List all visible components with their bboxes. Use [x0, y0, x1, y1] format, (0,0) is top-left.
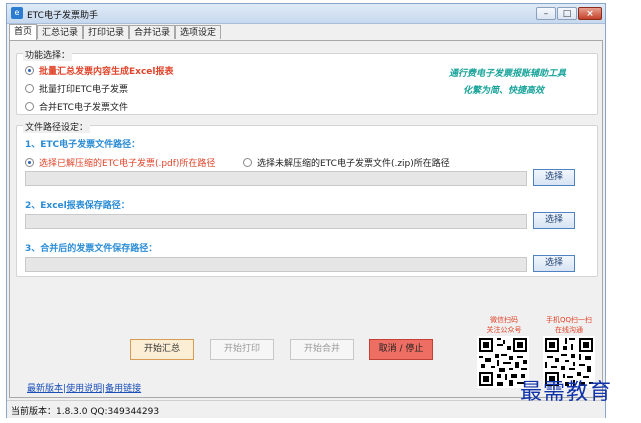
pdf-path-title: 1、ETC电子发票文件路径： [25, 140, 141, 150]
start-merge-button[interactable]: 开始合并 [290, 339, 354, 360]
merge-path-title: 3、合并后的发票文件保存路径： [25, 244, 158, 254]
radio-pdf-source[interactable] [25, 158, 34, 167]
excel-path-input[interactable] [25, 214, 527, 229]
slogan-line-1: 通行费电子发票报账辅助工具 [449, 69, 567, 79]
merge-path-select-button[interactable]: 选择 [533, 255, 575, 272]
qq-qr-label: 手机QQ扫一扫 在线沟通 [537, 315, 601, 335]
qq-qr-label-line2: 在线沟通 [555, 326, 583, 334]
path-group-title: 文件路径设定： [23, 120, 91, 133]
option-zip-source[interactable]: 选择未解压缩的ETC电子发票文件(.zip)所在路径 [243, 156, 450, 169]
option-merge-files[interactable]: 合并ETC电子发票文件 [25, 100, 128, 113]
option-batch-print-label: 批量打印ETC电子发票 [39, 85, 128, 95]
function-group: 功能选择： 批量汇总发票内容生成Excel报表 批量打印ETC电子发票 合并ET… [16, 48, 598, 115]
excel-path-select-button[interactable]: 选择 [533, 212, 575, 229]
excel-path-title: 2、Excel报表保存路径： [25, 201, 130, 211]
option-merge-files-label: 合并ETC电子发票文件 [39, 103, 128, 113]
title-bar[interactable]: e ETC电子发票助手 – □ × [7, 4, 605, 24]
pdf-path-select-button[interactable]: 选择 [533, 169, 575, 186]
latest-version-link[interactable]: 最新版本 [27, 384, 63, 394]
wechat-qr-label: 微信扫码 关注公众号 [477, 315, 531, 335]
function-group-title: 功能选择： [23, 48, 73, 61]
option-batch-print[interactable]: 批量打印ETC电子发票 [25, 82, 128, 95]
cancel-stop-button[interactable]: 取消 / 停止 [369, 339, 433, 360]
watermark-text: 最需教育 [520, 380, 613, 405]
tab-merge-records[interactable]: 合并记录 [129, 25, 175, 39]
radio-merge-files[interactable] [25, 102, 34, 111]
radio-batch-print[interactable] [25, 84, 34, 93]
slogan-line-2: 化繁为简、快捷高效 [463, 86, 545, 96]
main-window: e ETC电子发票助手 – □ × 首页 汇总记录 打印记录 合并记录 选项设定… [6, 3, 606, 418]
wechat-qr-label-line1: 微信扫码 [490, 316, 518, 324]
option-pdf-source[interactable]: 选择已解压缩的ETC电子发票(.pdf)所在路径 [25, 156, 215, 169]
tab-print-records[interactable]: 打印记录 [83, 25, 129, 39]
minimize-button[interactable]: – [536, 7, 556, 20]
tab-options[interactable]: 选项设定 [175, 25, 221, 39]
window-title: ETC电子发票助手 [27, 11, 98, 21]
pdf-path-input[interactable] [25, 171, 527, 186]
version-status: 当前版本：1.8.3.0 QQ:349344293 [11, 407, 160, 417]
status-bar: 当前版本：1.8.3.0 QQ:349344293 [7, 400, 605, 418]
tab-summary-records[interactable]: 汇总记录 [37, 25, 83, 39]
option-excel-summary[interactable]: 批量汇总发票内容生成Excel报表 [25, 64, 173, 77]
qq-qr-label-line1: 手机QQ扫一扫 [545, 316, 593, 324]
footer-links: 最新版本|使用说明|备用链接 [27, 381, 141, 394]
option-excel-summary-label: 批量汇总发票内容生成Excel报表 [39, 67, 174, 77]
app-icon: e [11, 7, 23, 19]
option-zip-source-label: 选择未解压缩的ETC电子发票文件(.zip)所在路径 [257, 159, 450, 169]
start-summary-button[interactable]: 开始汇总 [130, 339, 194, 360]
maximize-button[interactable]: □ [557, 7, 577, 20]
tab-home[interactable]: 首页 [9, 24, 37, 40]
merge-path-input[interactable] [25, 257, 527, 272]
radio-excel-summary[interactable] [25, 66, 34, 75]
option-pdf-source-label: 选择已解压缩的ETC电子发票(.pdf)所在路径 [39, 159, 216, 169]
close-button[interactable]: × [578, 7, 602, 20]
usage-instructions-link[interactable]: 使用说明 [66, 384, 102, 394]
wechat-qr-label-line2: 关注公众号 [486, 326, 522, 334]
start-print-button[interactable]: 开始打印 [210, 339, 274, 360]
path-group: 文件路径设定： 1、ETC电子发票文件路径： 选择已解压缩的ETC电子发票(.p… [16, 120, 598, 277]
backup-link[interactable]: 备用链接 [105, 384, 141, 394]
radio-zip-source[interactable] [243, 158, 252, 167]
